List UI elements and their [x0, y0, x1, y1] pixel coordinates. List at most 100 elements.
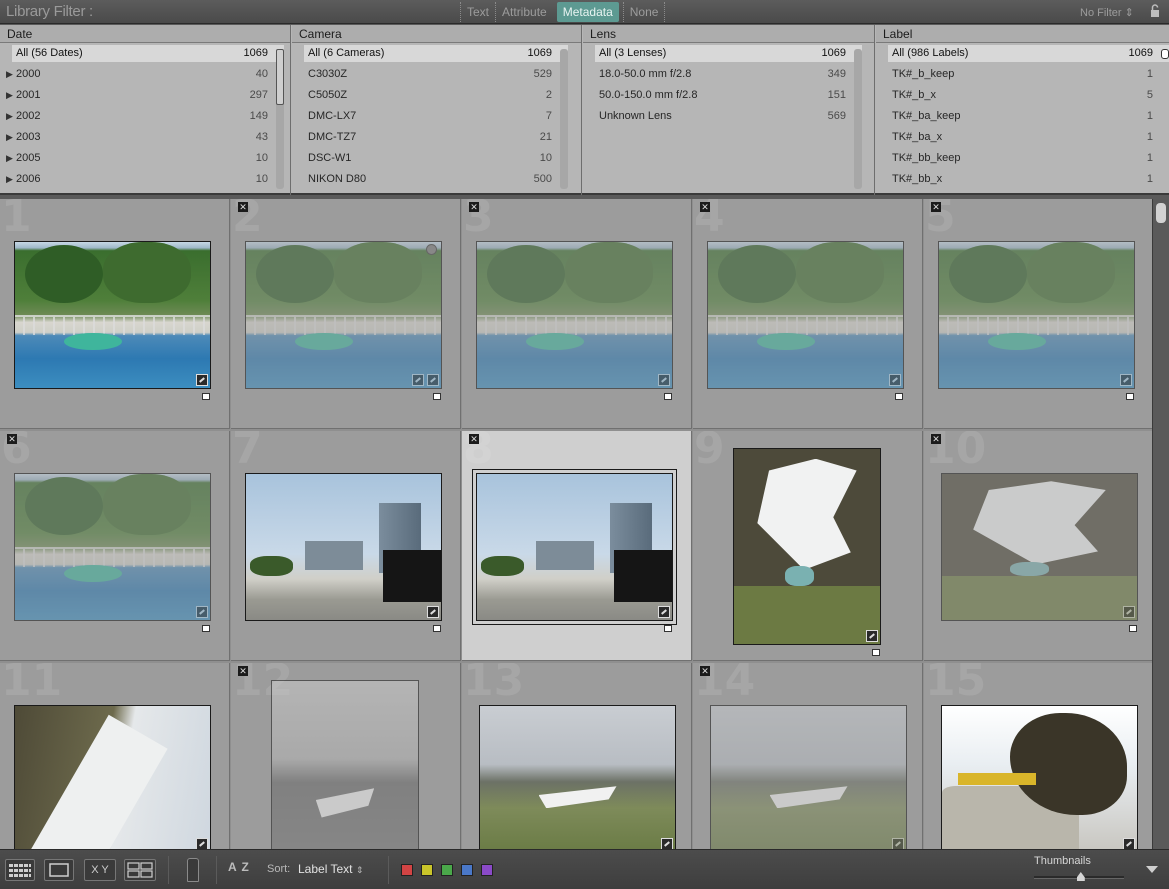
- photo-thumbnail[interactable]: [707, 241, 904, 389]
- disclosure-triangle-icon[interactable]: ▶: [6, 169, 13, 190]
- metadata-row[interactable]: All (3 Lenses) 1069: [583, 43, 874, 64]
- disclosure-triangle-icon[interactable]: ▶: [6, 127, 13, 148]
- survey-view-button[interactable]: [124, 859, 156, 881]
- metadata-row[interactable]: TK#_bb_x 1: [876, 169, 1169, 190]
- crop-badge-icon[interactable]: [412, 374, 424, 386]
- flag-checkbox[interactable]: [433, 625, 441, 632]
- keyword-tag-icon[interactable]: [196, 606, 208, 618]
- tab-attribute[interactable]: Attribute: [495, 2, 553, 22]
- metadata-row[interactable]: DMC-LX7 7: [292, 106, 581, 127]
- reject-flag-icon[interactable]: ✕: [238, 202, 248, 212]
- grid-cell[interactable]: 2 ✕: [231, 199, 461, 429]
- photo-thumbnail[interactable]: [479, 705, 676, 849]
- color-label-chip[interactable]: [481, 864, 493, 876]
- reject-flag-icon[interactable]: ✕: [700, 666, 710, 676]
- sort-dropdown[interactable]: Label Text ⇕: [298, 862, 363, 876]
- filter-preset-dropdown[interactable]: No Filter ⇕: [1080, 6, 1134, 19]
- photo-thumbnail[interactable]: [14, 473, 211, 621]
- photo-thumbnail[interactable]: [476, 241, 673, 389]
- metadata-row[interactable]: 18.0-50.0 mm f/2.8 349: [583, 64, 874, 85]
- photo-thumbnail[interactable]: [14, 705, 211, 849]
- grid-cell[interactable]: 9: [693, 431, 923, 661]
- grid-cell[interactable]: 7: [231, 431, 461, 661]
- keyword-tag-icon[interactable]: [889, 374, 901, 386]
- reject-flag-icon[interactable]: ✕: [700, 202, 710, 212]
- grid-cell[interactable]: 3 ✕: [462, 199, 692, 429]
- slider-knob[interactable]: [1076, 872, 1085, 881]
- photo-thumbnail[interactable]: [245, 473, 442, 621]
- photo-thumbnail[interactable]: [14, 241, 211, 389]
- keyword-tag-icon[interactable]: [427, 606, 439, 618]
- metadata-row[interactable]: ▶ 2002 149: [0, 106, 290, 127]
- reject-flag-icon[interactable]: ✕: [469, 202, 479, 212]
- disclosure-triangle-icon[interactable]: ▶: [6, 64, 13, 85]
- grid-cell[interactable]: 10 ✕: [924, 431, 1152, 661]
- keyword-tag-icon[interactable]: [892, 838, 904, 849]
- flag-checkbox[interactable]: [895, 393, 903, 400]
- reject-flag-icon[interactable]: ✕: [469, 434, 479, 444]
- metadata-row[interactable]: DMC-TZ7 21: [292, 127, 581, 148]
- metadata-row[interactable]: NIKON D80 500: [292, 169, 581, 190]
- toolbar-menu-arrow-icon[interactable]: [1146, 866, 1158, 873]
- column-scrollbar[interactable]: [1161, 49, 1169, 59]
- grid-scrollbar[interactable]: [1152, 199, 1169, 849]
- metadata-row[interactable]: ▶ 2003 43: [0, 127, 290, 148]
- grid-cell[interactable]: 12 ✕: [231, 663, 461, 849]
- metadata-row[interactable]: ▶ 2000 40: [0, 64, 290, 85]
- keyword-tag-icon[interactable]: [1123, 606, 1135, 618]
- grid-cell[interactable]: 5 ✕: [924, 199, 1152, 429]
- column-scrollbar[interactable]: [560, 49, 568, 189]
- thumbnail-size-slider[interactable]: [1034, 872, 1124, 881]
- reject-flag-icon[interactable]: ✕: [931, 202, 941, 212]
- metadata-row[interactable]: TK#_ba_keep 1: [876, 106, 1169, 127]
- photo-thumbnail[interactable]: [710, 705, 907, 849]
- flag-checkbox[interactable]: [664, 625, 672, 632]
- keyword-tag-icon[interactable]: [658, 374, 670, 386]
- grid-cell[interactable]: 13: [462, 663, 692, 849]
- photo-thumbnail[interactable]: [733, 448, 881, 645]
- keyword-tag-icon[interactable]: [1120, 374, 1132, 386]
- keyword-tag-icon[interactable]: [196, 374, 208, 386]
- column-scrollbar[interactable]: [276, 49, 284, 189]
- grid-cell[interactable]: 4 ✕: [693, 199, 923, 429]
- disclosure-triangle-icon[interactable]: ▶: [6, 148, 13, 169]
- metadata-row[interactable]: TK#_b_x 5: [876, 85, 1169, 106]
- color-label-chip[interactable]: [461, 864, 473, 876]
- grid-cell[interactable]: 11: [0, 663, 230, 849]
- compare-view-button[interactable]: X Y: [84, 859, 116, 881]
- grid-cell[interactable]: 6 ✕: [0, 431, 230, 661]
- disclosure-triangle-icon[interactable]: ▶: [6, 106, 13, 127]
- spray-can-icon[interactable]: [187, 858, 199, 882]
- photo-thumbnail[interactable]: [941, 473, 1138, 621]
- flag-checkbox[interactable]: [202, 393, 210, 400]
- scrollbar-thumb[interactable]: [1156, 203, 1166, 223]
- metadata-row[interactable]: TK#_b_keep 1: [876, 64, 1169, 85]
- color-label-chip[interactable]: [441, 864, 453, 876]
- column-scrollbar[interactable]: [854, 49, 862, 189]
- reject-flag-icon[interactable]: ✕: [238, 666, 248, 676]
- metadata-row[interactable]: DSC-W1 10: [292, 148, 581, 169]
- keyword-tag-icon[interactable]: [658, 606, 670, 618]
- keyword-tag-icon[interactable]: [866, 630, 878, 642]
- keyword-tag-icon[interactable]: [196, 838, 208, 849]
- keyword-tag-icon[interactable]: [1123, 838, 1135, 849]
- metadata-row[interactable]: C5050Z 2: [292, 85, 581, 106]
- flag-checkbox[interactable]: [1126, 393, 1134, 400]
- flag-checkbox[interactable]: [1129, 625, 1137, 632]
- color-label-chip[interactable]: [401, 864, 413, 876]
- metadata-row[interactable]: ▶ 2005 10: [0, 148, 290, 169]
- photo-thumbnail[interactable]: [245, 241, 442, 389]
- sort-direction-button[interactable]: A Z: [228, 860, 250, 874]
- metadata-row[interactable]: All (56 Dates) 1069: [0, 43, 290, 64]
- photo-thumbnail[interactable]: [941, 705, 1138, 849]
- flag-checkbox[interactable]: [664, 393, 672, 400]
- metadata-row[interactable]: C3030Z 529: [292, 64, 581, 85]
- grid-cell[interactable]: 14 ✕: [693, 663, 923, 849]
- tab-text[interactable]: Text: [460, 2, 495, 22]
- metadata-row[interactable]: 50.0-150.0 mm f/2.8 151: [583, 85, 874, 106]
- grid-cell[interactable]: 8 ✕: [462, 431, 692, 661]
- loupe-view-button[interactable]: [44, 859, 74, 881]
- metadata-row[interactable]: ▶ 2006 10: [0, 169, 290, 190]
- tab-metadata[interactable]: Metadata: [556, 2, 619, 22]
- metadata-row[interactable]: Unknown Lens 569: [583, 106, 874, 127]
